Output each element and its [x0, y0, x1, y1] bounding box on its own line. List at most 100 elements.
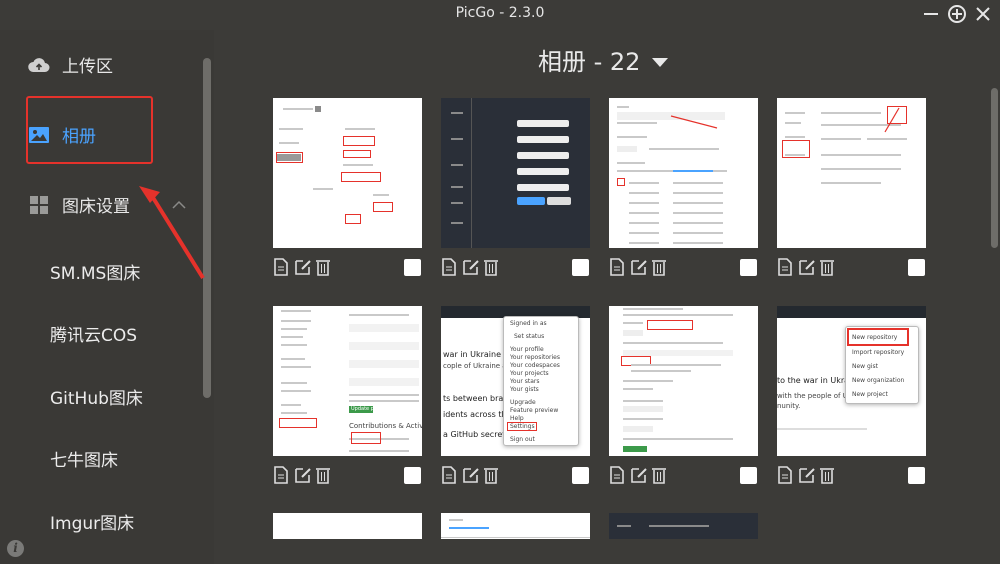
edit-icon[interactable] — [462, 258, 479, 276]
thumb-text: Help — [510, 415, 524, 422]
image-thumbnail[interactable] — [441, 98, 590, 248]
sidebar-item-upload[interactable]: 上传区 — [28, 52, 113, 77]
thumb-text: New gist — [852, 363, 878, 370]
cloud-upload-icon — [28, 55, 50, 75]
thumb-text: New organization — [852, 377, 905, 384]
sidebar-sub-item-github[interactable]: GitHub图床 — [50, 384, 143, 409]
copy-link-icon[interactable] — [609, 258, 626, 276]
select-checkbox[interactable] — [908, 467, 925, 484]
sidebar-item-gallery[interactable]: 相册 — [28, 122, 96, 147]
card-actions — [273, 258, 422, 278]
copy-link-icon[interactable] — [441, 258, 458, 276]
thumb-text: Your codespaces — [510, 362, 560, 369]
select-checkbox[interactable] — [908, 259, 925, 276]
image-thumbnail[interactable] — [777, 98, 926, 248]
delete-icon[interactable] — [315, 258, 332, 276]
copy-link-icon[interactable] — [777, 466, 794, 484]
close-icon[interactable] — [972, 3, 994, 25]
image-thumbnail[interactable] — [441, 513, 590, 539]
edit-icon[interactable] — [798, 258, 815, 276]
gallery-card — [609, 306, 758, 484]
image-thumbnail[interactable] — [273, 513, 422, 539]
card-actions — [609, 466, 758, 486]
title-bar: PicGo - 2.3.0 — [0, 0, 1000, 30]
sidebar-sub-item-imgur[interactable]: Imgur图床 — [50, 509, 134, 534]
card-actions — [609, 258, 758, 278]
caret-down-icon — [652, 46, 669, 74]
edit-icon[interactable] — [630, 466, 647, 484]
gallery-card — [777, 513, 926, 539]
album-title: 相册 - 22 — [538, 48, 641, 76]
sidebar-item-label: 上传区 — [62, 57, 113, 77]
thumb-text: New project — [852, 391, 888, 398]
delete-icon[interactable] — [651, 258, 668, 276]
delete-icon[interactable] — [483, 466, 500, 484]
sidebar-item-label: 图床设置 — [62, 197, 130, 217]
edit-icon[interactable] — [294, 466, 311, 484]
image-thumbnail[interactable] — [777, 513, 926, 539]
image-thumbnail[interactable]: to the war in Ukraine with the people of… — [777, 306, 926, 456]
sidebar-sub-item-qiniu[interactable]: 七牛图床 — [50, 446, 118, 471]
window-title: PicGo - 2.3.0 — [455, 5, 545, 21]
thumb-text: Your stars — [510, 378, 540, 385]
thumb-text: a GitHub secret — [443, 430, 506, 439]
select-checkbox[interactable] — [404, 259, 421, 276]
copy-link-icon[interactable] — [777, 258, 794, 276]
select-checkbox[interactable] — [572, 259, 589, 276]
thumb-text: Your profile — [510, 346, 544, 353]
info-icon[interactable]: i — [7, 540, 24, 557]
thumb-text: New repository — [852, 334, 898, 341]
thumb-text: Settings — [510, 423, 535, 430]
image-thumbnail[interactable] — [609, 513, 758, 539]
image-thumbnail[interactable]: Update profile Contributions & Activity — [273, 306, 422, 456]
gallery-card — [441, 98, 590, 276]
gallery-card — [441, 513, 590, 539]
gallery-card — [609, 98, 758, 276]
card-actions — [777, 466, 926, 486]
maximize-icon[interactable] — [946, 3, 968, 25]
gallery-card — [273, 98, 422, 276]
contributions-label: Contributions & Activity — [349, 422, 422, 430]
thumb-text: Upgrade — [510, 399, 536, 406]
sidebar-item-settings[interactable]: 图床设置 — [28, 192, 130, 217]
thumb-text: Signed in as — [510, 320, 547, 327]
delete-icon[interactable] — [819, 466, 836, 484]
album-selector[interactable]: 相册 - 22 — [538, 42, 669, 77]
sidebar-sub-item-smms[interactable]: SM.MS图床 — [50, 259, 140, 284]
sidebar-item-label: 相册 — [62, 127, 96, 147]
thumb-text: Your repositories — [510, 354, 560, 361]
select-checkbox[interactable] — [404, 467, 421, 484]
card-actions — [777, 258, 926, 278]
image-thumbnail[interactable] — [609, 98, 758, 248]
delete-icon[interactable] — [483, 258, 500, 276]
select-checkbox[interactable] — [572, 467, 589, 484]
copy-link-icon[interactable] — [441, 466, 458, 484]
gallery-scrollbar[interactable] — [991, 88, 998, 248]
gallery-card: to the war in Ukraine with the people of… — [777, 306, 926, 484]
thumb-text: Feature preview — [510, 407, 559, 414]
thumb-text: idents across the — [443, 410, 512, 419]
image-thumbnail[interactable] — [609, 306, 758, 456]
image-thumbnail[interactable]: war in Ukraine cople of Ukraine and th t… — [441, 306, 590, 456]
delete-icon[interactable] — [651, 466, 668, 484]
window-controls — [920, 3, 994, 25]
copy-link-icon[interactable] — [609, 466, 626, 484]
edit-icon[interactable] — [798, 466, 815, 484]
delete-icon[interactable] — [315, 466, 332, 484]
edit-icon[interactable] — [630, 258, 647, 276]
thumb-text: Your projects — [510, 370, 549, 377]
chevron-up-icon[interactable] — [172, 195, 186, 214]
copy-link-icon[interactable] — [273, 466, 290, 484]
image-thumbnail[interactable] — [273, 98, 422, 248]
sidebar-scrollbar[interactable] — [203, 58, 211, 398]
thumb-text: nunity. — [777, 402, 801, 410]
copy-link-icon[interactable] — [273, 258, 290, 276]
edit-icon[interactable] — [294, 258, 311, 276]
thumb-text: Your gists — [510, 386, 539, 393]
minimize-icon[interactable] — [920, 3, 942, 25]
sidebar-sub-item-tencent-cos[interactable]: 腾讯云COS — [50, 321, 137, 346]
select-checkbox[interactable] — [740, 259, 757, 276]
select-checkbox[interactable] — [740, 467, 757, 484]
delete-icon[interactable] — [819, 258, 836, 276]
edit-icon[interactable] — [462, 466, 479, 484]
